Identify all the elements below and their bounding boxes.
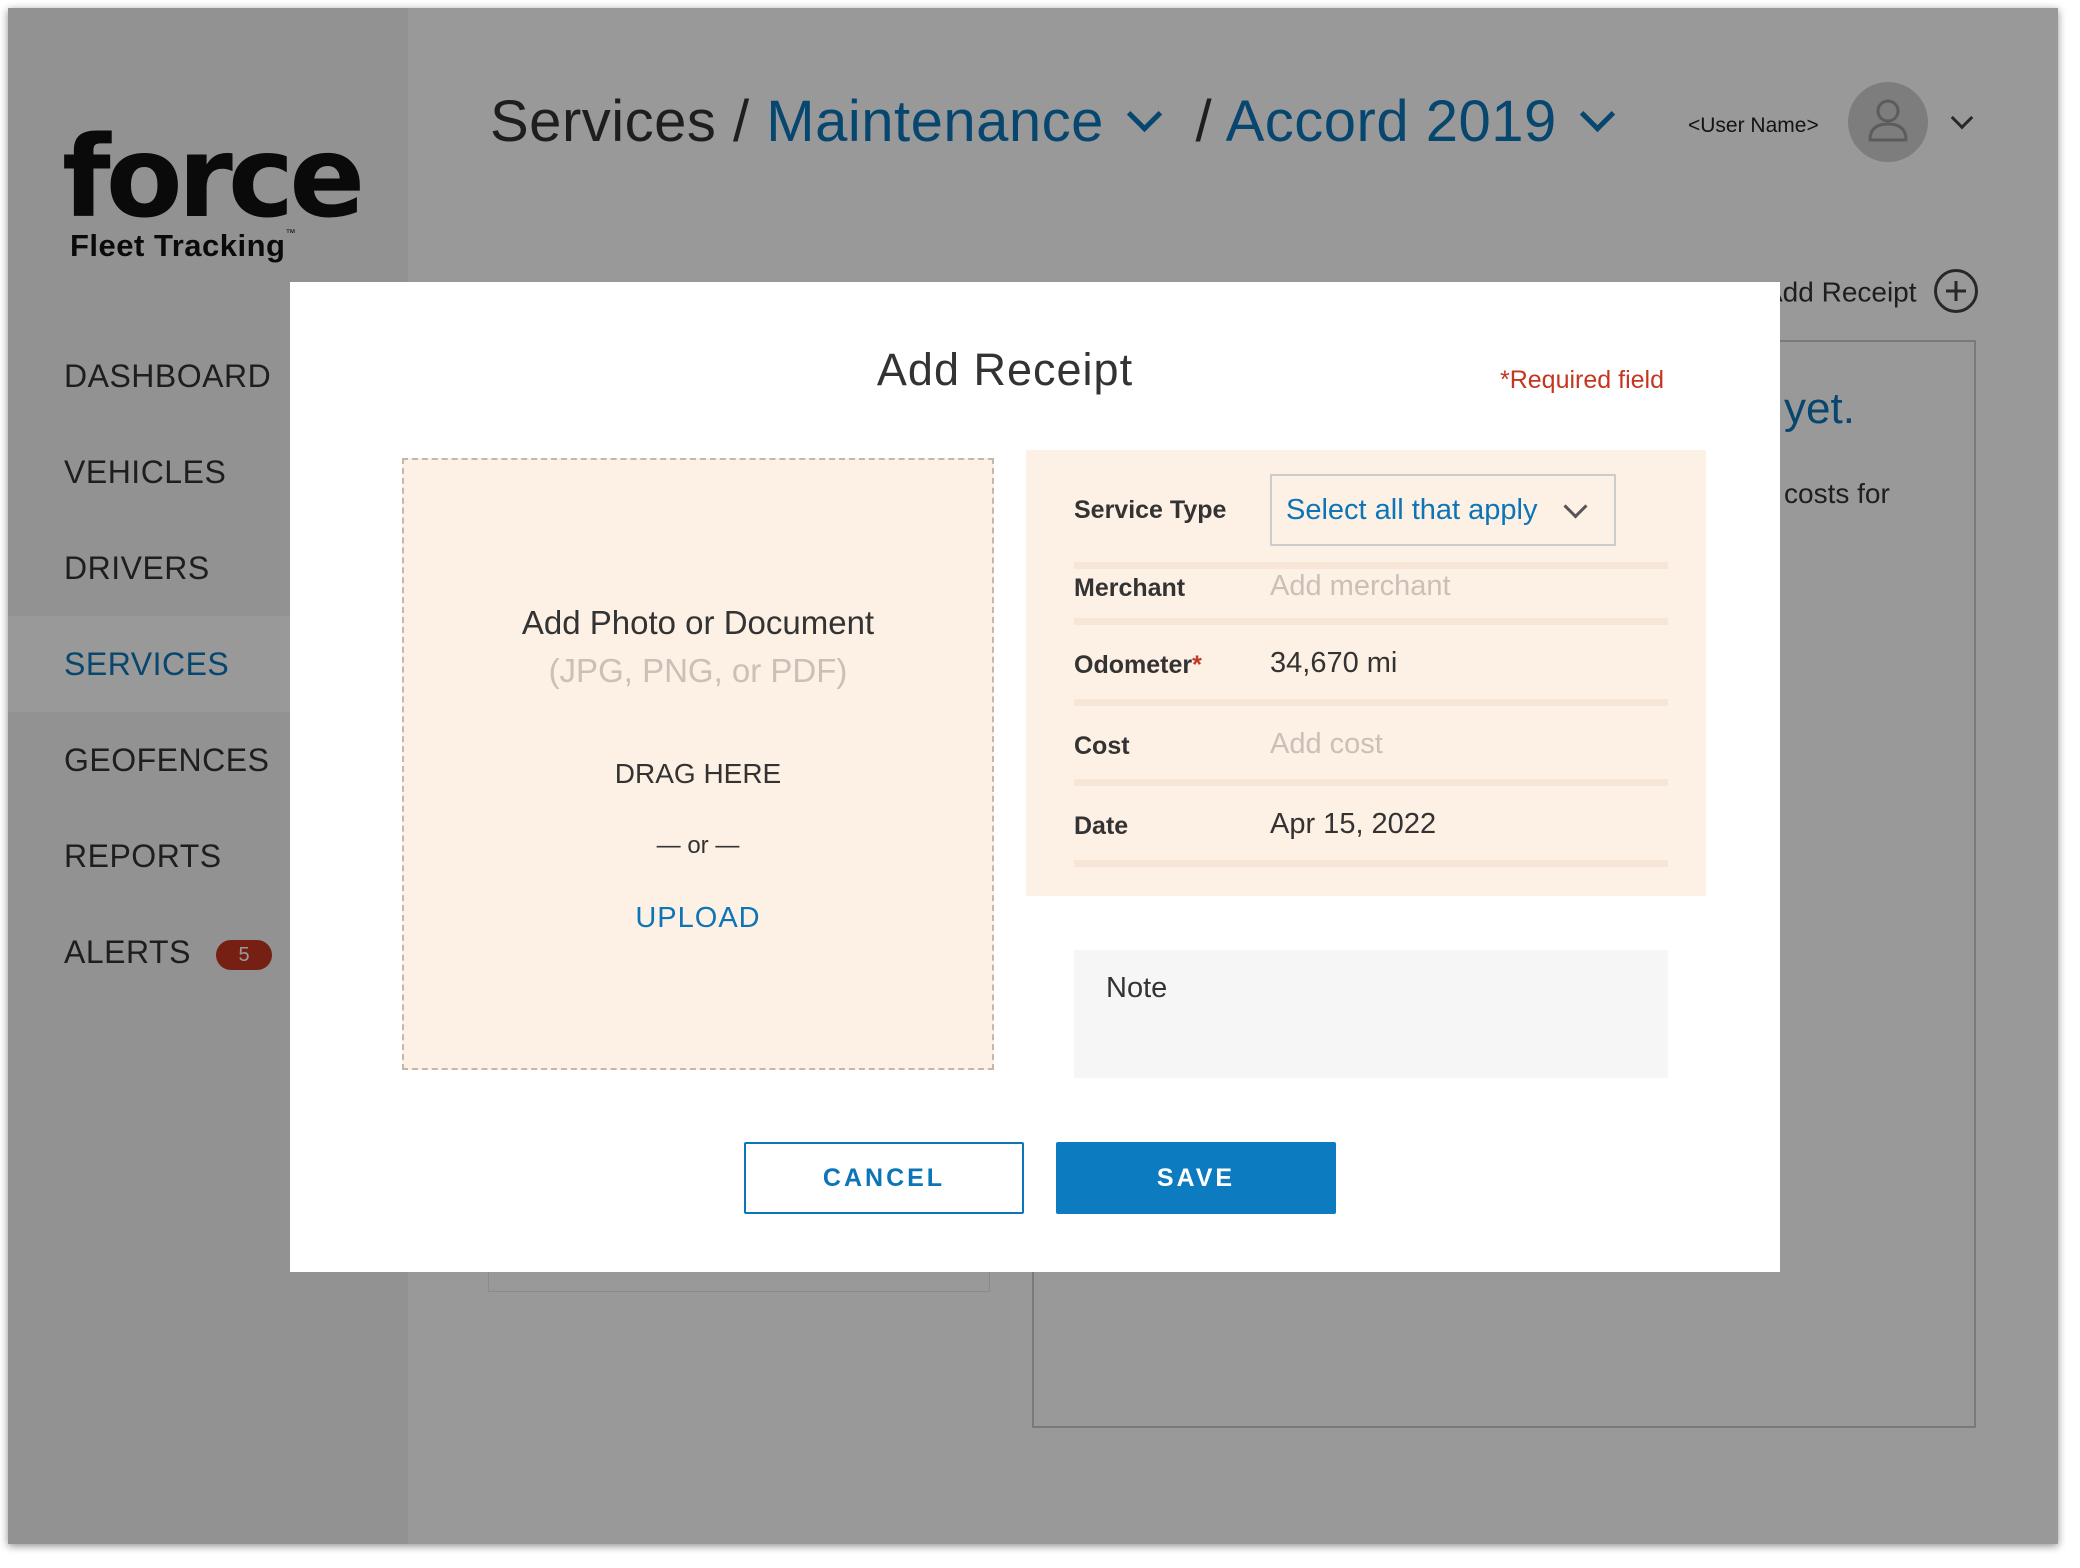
required-mark: * bbox=[1192, 651, 1202, 679]
or-divider: — or — bbox=[656, 832, 740, 859]
upload-link-row: UPLOAD bbox=[404, 902, 992, 935]
app-window: force Fleet Tracking™ DASHBOARD VEHICLES… bbox=[8, 8, 2058, 1544]
receipt-form: Service Type Select all that apply Merch… bbox=[1026, 450, 1706, 896]
cost-input[interactable]: Add cost bbox=[1270, 728, 1383, 761]
modal-title: Add Receipt bbox=[876, 344, 1134, 395]
upload-link[interactable]: UPLOAD bbox=[635, 902, 760, 934]
note-placeholder: Note bbox=[1106, 972, 1168, 1004]
merchant-field: Merchant Add merchant bbox=[1074, 562, 1668, 625]
odometer-field: Odometer* 34,670 mi bbox=[1074, 625, 1668, 706]
required-field-note: *Required field bbox=[1500, 366, 1664, 394]
save-button[interactable]: SAVE bbox=[1056, 1142, 1336, 1214]
cost-label: Cost bbox=[1074, 732, 1130, 760]
merchant-input[interactable]: Add merchant bbox=[1270, 570, 1451, 603]
merchant-label: Merchant bbox=[1074, 574, 1186, 602]
date-input[interactable]: Apr 15, 2022 bbox=[1270, 808, 1436, 841]
cancel-button[interactable]: CANCEL bbox=[744, 1142, 1024, 1214]
service-type-placeholder: Select all that apply bbox=[1286, 494, 1538, 526]
date-field: Date Apr 15, 2022 bbox=[1074, 786, 1668, 867]
odometer-label: Odometer* bbox=[1074, 651, 1202, 680]
cost-field: Cost Add cost bbox=[1074, 706, 1668, 786]
service-type-field: Service Type Select all that apply bbox=[1074, 474, 1668, 569]
odometer-label-text: Odometer bbox=[1074, 651, 1193, 679]
service-type-select[interactable]: Select all that apply bbox=[1270, 474, 1616, 546]
odometer-input[interactable]: 34,670 mi bbox=[1270, 647, 1397, 680]
chevron-down-icon bbox=[1563, 494, 1588, 519]
upload-file-types: (JPG, PNG, or PDF) bbox=[548, 652, 848, 689]
upload-title: Add Photo or Document bbox=[521, 604, 875, 641]
add-receipt-modal: Add Receipt *Required field Add Photo or… bbox=[290, 282, 1780, 1272]
service-type-label: Service Type bbox=[1074, 496, 1227, 524]
note-textarea[interactable]: Note bbox=[1074, 950, 1668, 1078]
upload-dropzone[interactable]: Add Photo or Document (JPG, PNG, or PDF)… bbox=[402, 458, 994, 1070]
drag-here-label: DRAG HERE bbox=[614, 758, 782, 789]
date-label: Date bbox=[1074, 812, 1129, 840]
